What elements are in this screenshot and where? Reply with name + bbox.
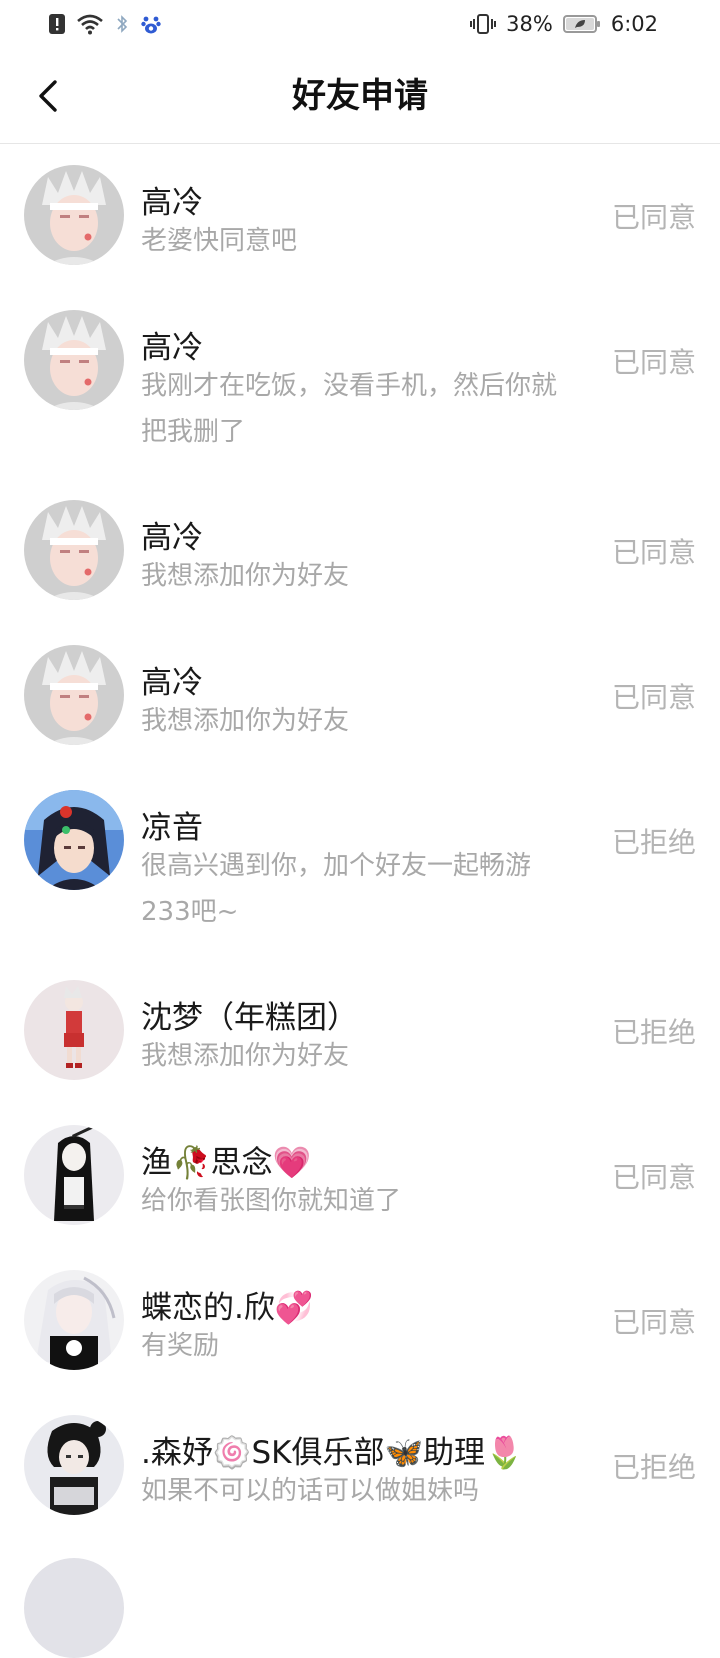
request-message: 很高兴遇到你，加个好友一起畅游233吧~ [141,851,532,927]
request-status: 已同意 [611,536,696,569]
request-name: 沈梦（年糕团） [141,1000,358,1036]
friend-request-item[interactable]: 蝶恋的.欣💞 有奖励 已同意 [0,1250,720,1395]
vibrate-icon [470,13,497,35]
request-message: 我想添加你为好友 [141,561,350,591]
avatar[interactable] [24,1558,124,1658]
request-message: 给你看张图你就知道了 [141,1186,402,1216]
avatar[interactable] [24,500,124,600]
avatar[interactable] [24,790,124,890]
request-message: 有奖励 [141,1331,220,1361]
request-status: 已同意 [611,201,696,234]
bluetooth-icon [114,13,130,35]
request-message: 如果不可以的话可以做姐妹吗 [141,1476,480,1506]
request-name: 高冷 [141,330,203,366]
request-name: 渔🥀思念💗 [141,1145,312,1181]
request-name: 高冷 [141,665,203,701]
status-bar-left [48,13,162,35]
friend-request-item[interactable]: 高冷 我刚才在吃饭，没看手机，然后你就把我删了 已同意 [0,290,720,480]
friend-request-item[interactable]: 高冷 我想添加你为好友 已同意 [0,625,720,770]
status-bar: 38% 6:02 [0,0,720,48]
request-message: 我想添加你为好友 [141,1041,350,1071]
request-name: 蝶恋的.欣💞 [141,1290,314,1326]
request-status: 已同意 [611,681,696,714]
status-bar-right: 38% 6:02 [470,12,658,36]
friend-request-item[interactable]: 高冷 老婆快同意吧 已同意 [0,145,720,290]
avatar[interactable] [24,1415,124,1515]
request-message: 我想添加你为好友 [141,706,350,736]
avatar[interactable] [24,1125,124,1225]
request-name: 凉音 [141,810,203,846]
request-status: 已拒绝 [611,826,696,859]
chevron-left-icon [39,80,57,112]
battery-icon [562,14,601,34]
back-button[interactable] [26,74,70,118]
request-status: 已同意 [611,346,696,379]
avatar[interactable] [24,165,124,265]
avatar[interactable] [24,310,124,410]
friend-request-item[interactable]: 渔🥀思念💗 给你看张图你就知道了 已同意 [0,1105,720,1250]
request-message: 老婆快同意吧 [141,226,298,256]
avatar[interactable] [24,980,124,1080]
request-name: 高冷 [141,520,203,556]
page-title: 好友申请 [292,76,428,116]
request-name: 高冷 [141,185,203,221]
request-message: 我刚才在吃饭，没看手机，然后你就把我删了 [141,371,558,447]
avatar[interactable] [24,1270,124,1370]
friend-request-item[interactable]: 沈梦（年糕团） 我想添加你为好友 已拒绝 [0,960,720,1105]
friend-request-item[interactable]: .森妤🍥SK俱乐部🦋助理🌷 如果不可以的话可以做姐妹吗 已拒绝 [0,1395,720,1540]
wifi-icon [76,13,104,35]
header-bar: 好友申请 [0,48,720,144]
battery-percent: 38% [506,12,553,36]
baidu-paw-icon [140,13,162,35]
friend-request-item[interactable]: 高冷 我想添加你为好友 已同意 [0,480,720,625]
friend-request-item[interactable]: 凉音 很高兴遇到你，加个好友一起畅游233吧~ 已拒绝 [0,770,720,960]
request-status: 已拒绝 [611,1016,696,1049]
friend-request-item[interactable] [0,1540,720,1658]
clock: 6:02 [610,12,658,36]
request-name: .森妤🍥SK俱乐部🦋助理🌷 [141,1435,524,1471]
alert-icon [48,13,66,35]
request-status: 已同意 [611,1161,696,1194]
request-status: 已同意 [611,1306,696,1339]
request-status: 已拒绝 [611,1451,696,1484]
avatar[interactable] [24,645,124,745]
